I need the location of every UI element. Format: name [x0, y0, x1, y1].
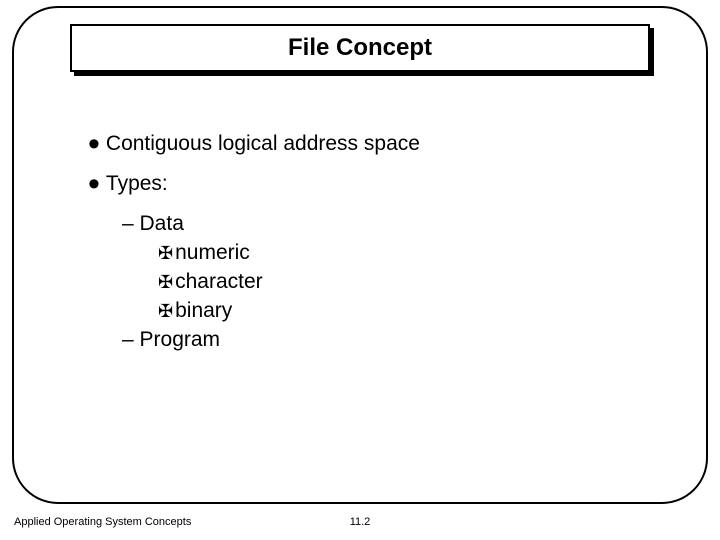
bullet-level1: • Types:	[88, 172, 648, 196]
bullet-level1: • Contiguous logical address space	[88, 132, 648, 156]
slide: File Concept • Contiguous logical addres…	[0, 0, 720, 540]
title-box: File Concept	[70, 24, 650, 72]
bullet-dot-icon: •	[88, 136, 100, 152]
bullet-text: character	[175, 270, 263, 294]
slide-title: File Concept	[288, 34, 432, 62]
bullet-level3: ✠ binary	[158, 299, 648, 323]
maltese-icon: ✠	[158, 302, 173, 320]
bullet-level3: ✠ numeric	[158, 241, 648, 265]
footer-page-number: 11.2	[0, 516, 720, 528]
bullet-level2: – Program	[122, 328, 648, 352]
maltese-icon: ✠	[158, 273, 173, 291]
title-container: File Concept	[70, 24, 650, 72]
bullet-level2: – Data	[122, 212, 648, 236]
content-area: • Contiguous logical address space • Typ…	[88, 132, 648, 357]
bullet-level3: ✠ character	[158, 270, 648, 294]
bullet-text: numeric	[175, 241, 250, 265]
bullet-dot-icon: •	[88, 176, 100, 192]
bullet-text: Types:	[106, 172, 168, 196]
bullet-text: binary	[175, 299, 232, 323]
maltese-icon: ✠	[158, 244, 173, 262]
bullet-text: Contiguous logical address space	[106, 132, 420, 156]
